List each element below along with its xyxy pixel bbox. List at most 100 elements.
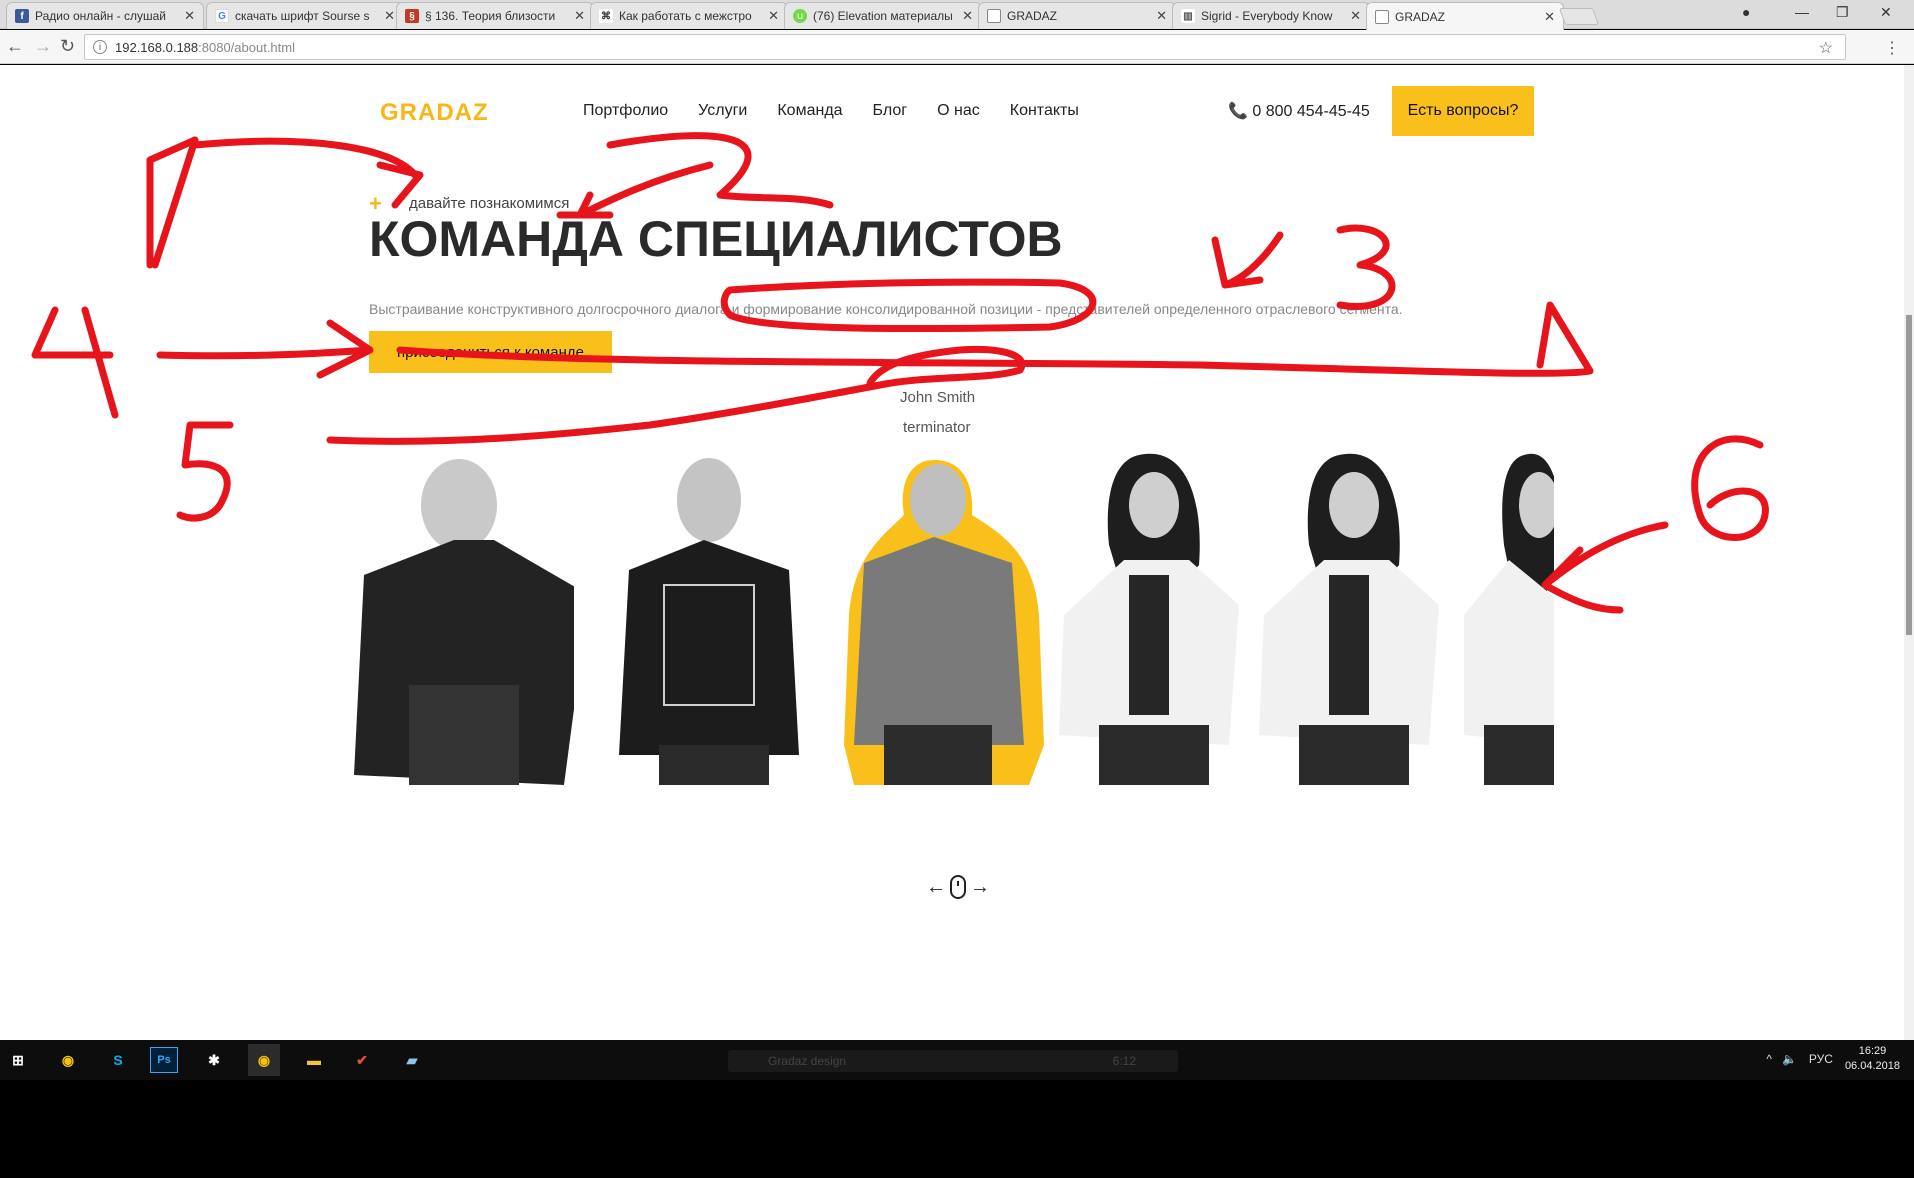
section-description: Выстраивание конструктивного долгосрочно… — [369, 301, 1403, 317]
arrow-right-icon[interactable]: → — [970, 876, 990, 899]
close-icon[interactable]: ✕ — [574, 8, 585, 24]
annotation-arrow — [1211, 231, 1284, 289]
close-icon[interactable]: ✕ — [768, 8, 779, 24]
facebook-icon: f — [15, 9, 29, 23]
nav-services[interactable]: Услуги — [698, 102, 747, 120]
annotation-digit — [606, 132, 834, 209]
close-icon[interactable]: ✕ — [384, 8, 395, 24]
person-role: terminator — [903, 419, 971, 436]
annotation-digit — [176, 421, 234, 522]
new-tab-button[interactable] — [1558, 8, 1600, 25]
info-icon[interactable]: i — [93, 40, 107, 54]
site-logo[interactable]: GRADAZ — [380, 99, 489, 127]
annotation-arrow — [556, 161, 714, 219]
window-close-button[interactable]: ✕ — [1880, 4, 1892, 21]
browser-tab[interactable]: Gскачать шрифт Sourse s ✕ — [206, 2, 404, 29]
notes-icon[interactable]: ▰ — [396, 1044, 428, 1076]
close-icon[interactable]: ✕ — [184, 8, 195, 24]
clock-date: 06.04.2018 — [1844, 1060, 1900, 1072]
nav-about[interactable]: О нас — [937, 102, 980, 120]
team-member-photo[interactable] — [354, 445, 574, 785]
web-page: GRADAZ Портфолио Услуги Команда Блог О н… — [0, 65, 1914, 1040]
page-title: КОМАНДА СПЕЦИАЛИСТОВ — [369, 211, 1063, 267]
annotation-digit — [151, 136, 199, 269]
browser-tab-bar: f Радио онлайн - слушай ✕ Gскачать шрифт S… — [0, 0, 1914, 30]
url-input[interactable]: i 192.168.0.188:8080/about.html ☆ — [84, 34, 1846, 60]
team-member-photo[interactable] — [609, 445, 829, 785]
team-member-photo-partial[interactable] — [1464, 445, 1554, 785]
chrome-active-icon[interactable]: ◉ — [248, 1044, 280, 1076]
browser-menu-icon[interactable]: ⋮ — [1884, 38, 1900, 58]
nav-contacts[interactable]: Контакты — [1010, 102, 1079, 120]
join-team-button[interactable]: присоедениться к команде — [369, 331, 612, 373]
slider-scroll-control[interactable]: ← → — [926, 875, 990, 899]
volume-icon[interactable]: 🔈 — [1782, 1052, 1797, 1066]
scrollbar-thumb[interactable] — [1906, 315, 1912, 635]
browser-tab-active[interactable]: GRADAZ ✕ — [1366, 2, 1564, 30]
chrome-icon[interactable]: ◉ — [52, 1044, 84, 1076]
back-button[interactable]: ← — [6, 36, 24, 57]
annotation-digit — [1691, 435, 1769, 541]
maximize-button[interactable]: ❐ — [1836, 4, 1849, 21]
nav-blog[interactable]: Блог — [873, 102, 908, 120]
browser-tab[interactable]: ▥ Sigrid - Everybody Know ✕ — [1172, 2, 1370, 29]
person-name: John Smith — [900, 389, 976, 406]
close-icon[interactable]: ✕ — [1156, 8, 1167, 24]
slack-icon[interactable]: ✱ — [198, 1044, 230, 1076]
mouse-icon — [950, 875, 966, 899]
tray-expand-icon[interactable]: ^ — [1766, 1052, 1772, 1066]
close-icon[interactable]: ✕ — [962, 8, 973, 24]
browser-tab[interactable]: u (76) Elevation материалы ✕ — [784, 2, 982, 29]
team-member-photo[interactable] — [1054, 445, 1274, 785]
browser-tab[interactable]: f Радио онлайн - слушай ✕ — [6, 2, 204, 29]
annotation-digit — [146, 136, 199, 269]
phone-number: 0 800 454-45-45 — [1252, 103, 1370, 120]
system-tray: ^ 🔈 РУС 16:29 06.04.2018 — [1766, 1044, 1900, 1074]
team-gallery — [354, 445, 1554, 785]
skype-icon[interactable]: S — [102, 1044, 134, 1076]
command-icon: ⌘ — [599, 9, 613, 23]
windows-start-icon[interactable]: ⊞ — [2, 1044, 34, 1076]
phone-link[interactable]: 📞 0 800 454-45-45 — [1228, 101, 1370, 121]
upwork-icon: u — [793, 9, 807, 23]
team-member-photo-selected[interactable] — [834, 445, 1054, 785]
media-player-bar[interactable]: Gradaz design 6:12 — [728, 1050, 1178, 1072]
browser-tab[interactable]: § § 136. Теория близости ✕ — [396, 2, 594, 29]
forward-button[interactable]: → — [34, 36, 52, 57]
media-title: Gradaz design — [768, 1054, 847, 1068]
chart-icon: ▥ — [1181, 9, 1195, 23]
nav-team[interactable]: Команда — [777, 102, 842, 120]
phone-icon: 📞 — [1228, 103, 1248, 120]
close-icon[interactable]: ✕ — [1350, 8, 1361, 24]
book-icon: § — [405, 9, 419, 23]
photoshop-icon[interactable]: Ps — [150, 1047, 178, 1073]
page-scrollbar[interactable] — [1904, 65, 1914, 1040]
page-icon — [987, 9, 1001, 23]
browser-tab[interactable]: ⌘ Как работать с межстро ✕ — [590, 2, 788, 29]
clock-time: 16:29 — [1858, 1045, 1887, 1057]
file-explorer-icon[interactable]: ▬ — [298, 1044, 330, 1076]
url-host: 192.168.0.188 — [115, 39, 199, 55]
windows-taskbar: ⊞ ◉ S Ps ✱ ◉ ▬ ✔ ▰ Gradaz design 6:12 ^ … — [0, 1040, 1914, 1080]
close-icon[interactable]: ✕ — [1544, 9, 1555, 25]
arrow-left-icon[interactable]: ← — [926, 876, 946, 899]
annotation-digit — [1336, 224, 1396, 310]
nav-portfolio[interactable]: Портфолио — [583, 102, 668, 120]
reload-button[interactable]: ↻ — [60, 36, 75, 57]
language-indicator[interactable]: РУС — [1809, 1052, 1833, 1066]
profile-icon[interactable]: ● — [1742, 4, 1750, 20]
google-icon: G — [215, 9, 229, 23]
team-member-photo[interactable] — [1254, 445, 1474, 785]
bookmark-star-icon[interactable]: ☆ — [1819, 38, 1833, 58]
address-bar-row: ← → ↻ i 192.168.0.188:8080/about.html ☆ … — [0, 30, 1914, 64]
todo-icon[interactable]: ✔ — [346, 1044, 378, 1076]
annotation-arrow — [1541, 521, 1669, 614]
url-path: :8080/about.html — [198, 39, 295, 55]
questions-button[interactable]: Есть вопросы? — [1392, 86, 1534, 136]
clock[interactable]: 16:29 06.04.2018 — [1845, 1044, 1900, 1074]
minimize-button[interactable]: — — [1795, 4, 1809, 20]
browser-tab[interactable]: GRADAZ ✕ — [978, 2, 1176, 29]
main-nav: Портфолио Услуги Команда Блог О нас Конт… — [583, 102, 1109, 120]
media-time: 6:12 — [1112, 1054, 1136, 1068]
annotation-arrow — [191, 137, 424, 209]
